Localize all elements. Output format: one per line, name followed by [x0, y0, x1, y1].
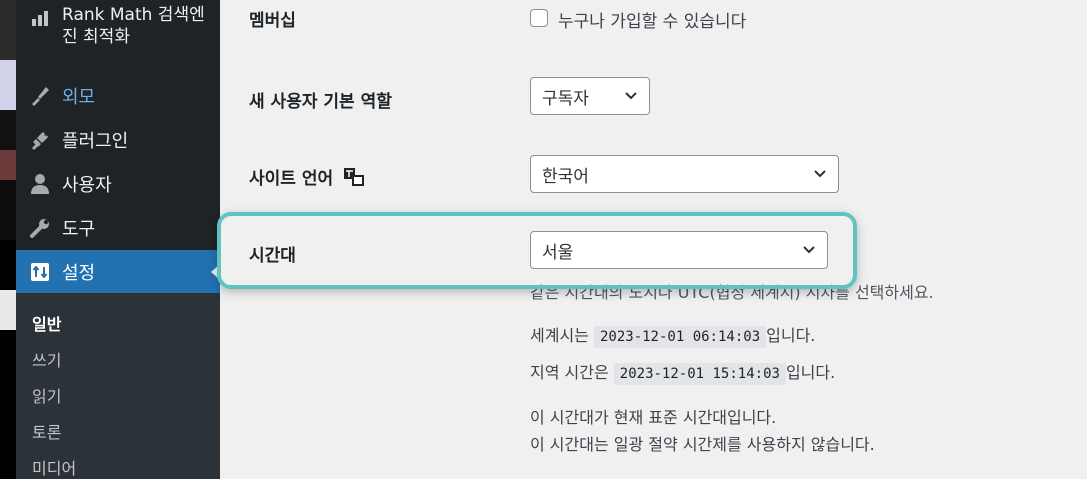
sidebar-item-label: 도구	[62, 219, 96, 240]
current-menu-arrow	[211, 263, 220, 280]
rank-math-icon	[28, 6, 52, 30]
timezone-value: 서울	[542, 242, 574, 263]
membership-checkbox[interactable]	[530, 9, 548, 27]
site-language-select[interactable]: 한국어	[530, 155, 839, 193]
sidebar-item-label: 설정	[62, 262, 96, 284]
default-role-value: 구독자	[542, 88, 589, 109]
local-prefix: 지역 시간은	[530, 363, 609, 382]
utc-prefix: 세계시는	[530, 326, 589, 345]
sidebar-item-tools[interactable]: 도구	[16, 208, 220, 248]
sidebar-item-label: 플러그인	[62, 131, 129, 152]
timezone-select[interactable]: 서울	[530, 231, 828, 269]
submenu-item-general[interactable]: 일반	[32, 311, 61, 335]
sidebar-item-settings[interactable]: 설정	[16, 250, 220, 293]
settings-form: 멤버십 누구나 가입할 수 있습니다 새 사용자 기본 역할 구독자 사이트 언…	[220, 0, 1087, 479]
sidebar-item-users[interactable]: 사용자	[16, 164, 220, 204]
chevron-down-icon	[625, 92, 637, 100]
local-suffix: 입니다.	[785, 363, 836, 382]
local-time: 2023-12-01 15:14:03	[613, 363, 786, 385]
site-language-label: 사이트 언어	[249, 164, 365, 192]
site-language-value: 한국어	[542, 166, 589, 187]
sidebar-item-appearance[interactable]: 외모	[16, 76, 220, 116]
chevron-down-icon	[803, 246, 815, 254]
settings-submenu: 일반 쓰기 읽기 토론 미디어	[16, 293, 220, 479]
default-role-label: 새 사용자 기본 역할	[249, 92, 392, 112]
admin-sidebar: Rank Math 검색엔진 최적화 외모 플러그인 사용자 도구 설정 일반	[16, 0, 220, 479]
utc-time: 2023-12-01 06:14:03	[593, 326, 767, 348]
plug-icon	[28, 128, 52, 152]
translation-icon	[343, 167, 365, 192]
default-role-select[interactable]: 구독자	[530, 77, 650, 115]
local-time-line: 지역 시간은 2023-12-01 15:14:03 입니다.	[530, 359, 836, 385]
site-language-text: 사이트 언어	[249, 169, 334, 189]
timezone-note-dst: 이 시간대는 일광 절약 시간제를 사용하지 않습니다.	[530, 435, 875, 454]
paintbrush-icon	[28, 84, 52, 108]
chevron-down-icon	[814, 170, 826, 178]
timezone-label: 시간대	[249, 246, 296, 266]
membership-checkbox-label[interactable]: 누구나 가입할 수 있습니다	[558, 7, 746, 32]
submenu-item-reading[interactable]: 읽기	[32, 383, 61, 407]
sidebar-item-label: 사용자	[62, 175, 112, 196]
membership-label: 멤버십	[249, 11, 296, 31]
utc-suffix: 입니다.	[766, 326, 816, 345]
sidebar-item-plugins[interactable]: 플러그인	[16, 120, 220, 160]
submenu-item-media[interactable]: 미디어	[32, 455, 76, 479]
utc-time-line: 세계시는 2023-12-01 06:14:03 입니다.	[530, 322, 816, 348]
sidebar-item-rank-math[interactable]: Rank Math 검색엔진 최적화	[16, 4, 220, 54]
timezone-note-standard: 이 시간대가 현재 표준 시간대입니다.	[530, 408, 777, 427]
user-icon	[28, 172, 52, 196]
settings-icon	[28, 260, 52, 284]
background-window-strip	[0, 0, 16, 479]
submenu-item-discussion[interactable]: 토론	[32, 419, 61, 443]
wrench-icon	[28, 216, 52, 240]
submenu-item-writing[interactable]: 쓰기	[32, 347, 61, 371]
sidebar-item-label: Rank Math 검색엔진 최적화	[62, 5, 205, 47]
timezone-description: 같은 시간대의 도시나 UTC(협정 세계시) 시차를 선택하세요.	[530, 283, 934, 302]
sidebar-item-label: 외모	[62, 87, 96, 108]
